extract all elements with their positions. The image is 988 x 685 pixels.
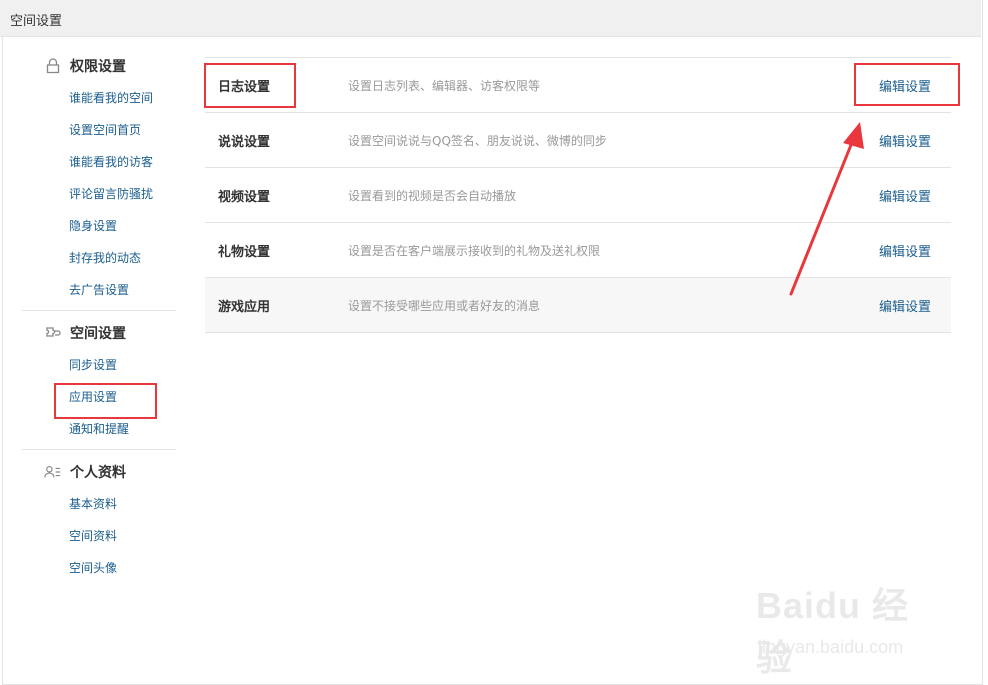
baidu-jingyan-watermark: Baidu 经验 jingyan.baidu.com xyxy=(756,575,936,678)
watermark-brand: Baidu 经验 xyxy=(756,585,910,678)
watermark-url: jingyan.baidu.com xyxy=(758,637,904,657)
